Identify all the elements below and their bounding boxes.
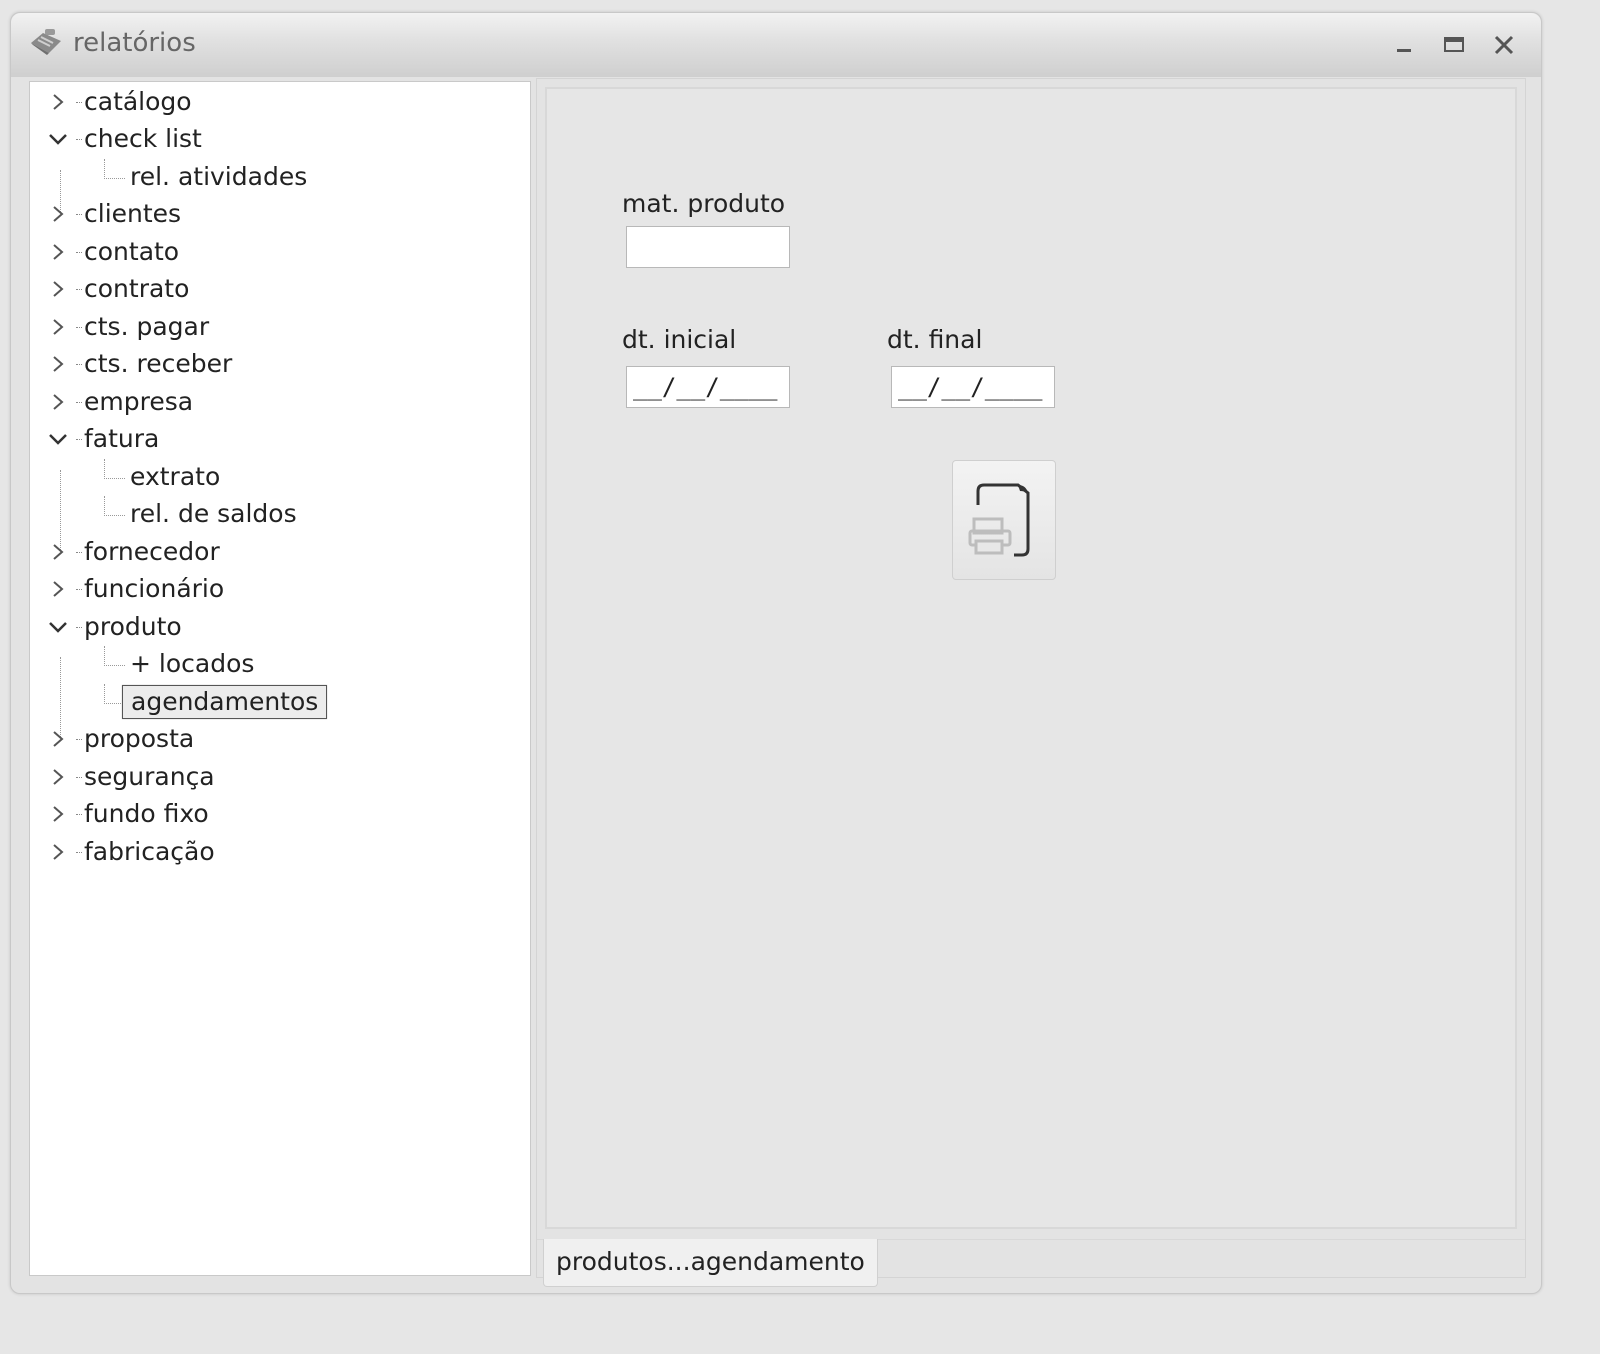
mat-produto-input[interactable] (626, 226, 790, 268)
tree-item-label: empresa (84, 387, 194, 416)
tree-item-label: proposta (84, 724, 195, 753)
report-content-panel: mat. produto dt. inicial dt. final produ… (536, 78, 1526, 1287)
maximize-button[interactable] (1439, 31, 1469, 59)
print-report-button[interactable] (952, 460, 1056, 580)
tree-item-label: cts. receber (84, 349, 233, 378)
tree-item-label: produto (84, 612, 182, 641)
chevron-down-icon (49, 134, 67, 145)
chevron-right-icon (53, 769, 64, 785)
report-form: mat. produto dt. inicial dt. final (545, 87, 1517, 1229)
tree-item-label: fatura (84, 424, 160, 453)
tree-guide-line (60, 657, 61, 737)
chevron-right-icon (53, 281, 64, 297)
chevron-down-icon (49, 622, 67, 633)
tree-item-label: catálogo (84, 87, 192, 116)
minimize-button[interactable] (1389, 31, 1419, 59)
window-title: relatórios (73, 28, 196, 58)
chevron-right-icon (53, 806, 64, 822)
chevron-right-icon (53, 206, 64, 222)
chevron-right-icon (53, 844, 64, 860)
tree-item-label: fabricação (84, 837, 215, 866)
chevron-right-icon (53, 581, 64, 597)
report-tree: catálogo check list rel. atividades clie… (29, 81, 531, 1276)
tree-item-label: segurança (84, 762, 215, 791)
chevron-down-icon (49, 434, 67, 445)
dt-final-label: dt. final (887, 325, 983, 354)
tree-item-label: rel. atividades (130, 162, 308, 191)
chevron-right-icon (53, 394, 64, 410)
chevron-right-icon (53, 544, 64, 560)
tree-item-label: rel. de saldos (130, 499, 297, 528)
print-report-icon (968, 483, 1030, 557)
mat-produto-label: mat. produto (622, 189, 786, 218)
chevron-right-icon (53, 94, 64, 110)
chevron-right-icon (53, 319, 64, 335)
maximize-icon (1444, 37, 1464, 52)
stamp-icon (27, 27, 65, 61)
title-bar[interactable]: relatórios (11, 13, 1541, 77)
dt-inicial-label: dt. inicial (622, 325, 737, 354)
tree-item-label: check list (84, 124, 202, 153)
tree-item-label: contato (84, 237, 180, 266)
dt-inicial-input[interactable] (626, 366, 790, 408)
report-window: relatórios catálogo check list rel. ativ… (10, 12, 1542, 1294)
tree-item-label-selected: agendamentos (122, 685, 328, 719)
chevron-right-icon (53, 356, 64, 372)
tree-item-label: extrato (130, 462, 221, 491)
tab-produtos-agendamento[interactable]: produtos...agendamento (543, 1239, 878, 1287)
minimize-icon (1397, 49, 1411, 52)
close-button[interactable] (1489, 31, 1519, 59)
chevron-right-icon (53, 244, 64, 260)
tree-item-label: funcionário (84, 574, 225, 603)
close-icon (1494, 35, 1514, 55)
tree-item-agendamentos[interactable]: agendamentos (104, 684, 328, 720)
chevron-right-icon (53, 731, 64, 747)
tree-item-label: fornecedor (84, 537, 220, 566)
tree-item-label: cts. pagar (84, 312, 210, 341)
tree-item-label: clientes (84, 199, 182, 228)
dt-final-input[interactable] (891, 366, 1055, 408)
tree-item-label: fundo fixo (84, 799, 209, 828)
tree-guide-line (60, 470, 61, 550)
tree-item-label: + locados (130, 649, 255, 678)
tree-item-label: contrato (84, 274, 190, 303)
